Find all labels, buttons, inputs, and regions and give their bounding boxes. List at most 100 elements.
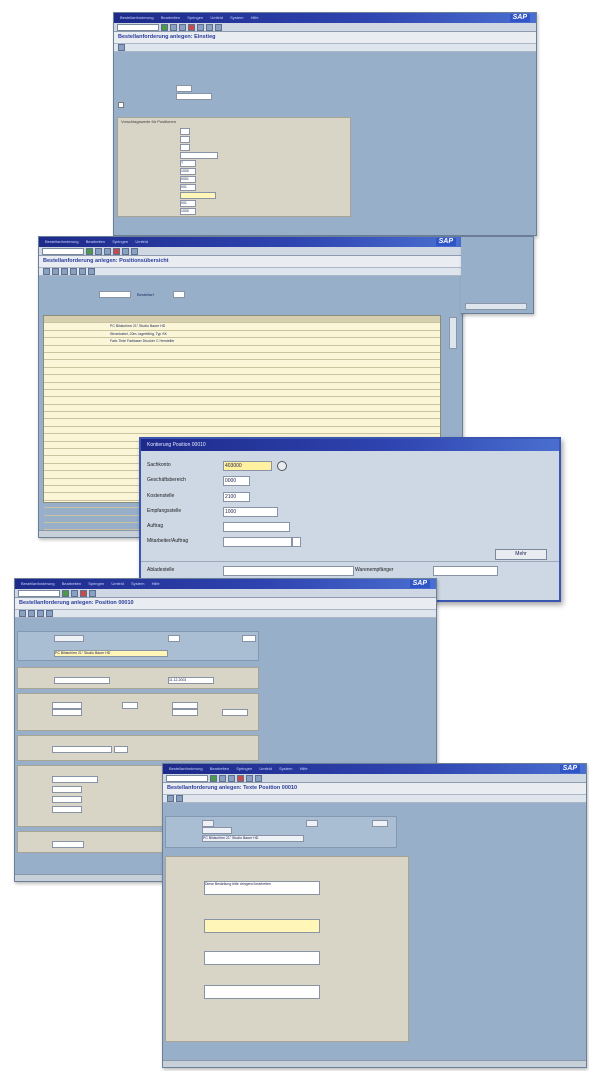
- enter-icon[interactable]: [210, 774, 217, 782]
- texts-icon[interactable]: [46, 610, 53, 617]
- material-field[interactable]: [202, 827, 232, 834]
- enter-icon[interactable]: [62, 589, 69, 597]
- save-icon[interactable]: [95, 247, 102, 255]
- field-d[interactable]: [172, 702, 198, 709]
- mitarbeiter-field[interactable]: [223, 537, 292, 547]
- table-row[interactable]: Farb-Tinte Farblaser Drucker C Herstelle…: [44, 338, 440, 346]
- detail-icon[interactable]: [43, 268, 50, 275]
- save-icon[interactable]: [71, 589, 78, 597]
- lieferdatum-field[interactable]: T: [180, 160, 196, 167]
- waehrung-field[interactable]: [114, 746, 128, 753]
- find-icon[interactable]: [131, 247, 138, 255]
- field-b[interactable]: [52, 709, 82, 716]
- menu-item[interactable]: Umfeld: [111, 581, 124, 586]
- einkaufergruppe-field[interactable]: 001: [180, 200, 196, 207]
- command-field[interactable]: [166, 774, 208, 782]
- item-text-field[interactable]: Diese Bestellung bitte dringend bearbeit…: [204, 881, 320, 895]
- delivery-text-field[interactable]: [204, 919, 320, 933]
- menu-item[interactable]: Bestellanforderung: [120, 15, 154, 20]
- sachkonto-field[interactable]: 403000: [223, 461, 272, 471]
- material-field[interactable]: [54, 635, 84, 642]
- auftrag-field[interactable]: [223, 522, 290, 532]
- werk-field[interactable]: [168, 635, 180, 642]
- vertical-scrollbar[interactable]: [449, 317, 457, 349]
- menu-item[interactable]: Springen: [236, 766, 252, 771]
- field-e[interactable]: [172, 709, 198, 716]
- print-icon[interactable]: [89, 589, 96, 597]
- menu-item[interactable]: Bestellanforderung: [169, 766, 203, 771]
- search-help-icon[interactable]: [277, 461, 287, 471]
- table-row[interactable]: [44, 353, 440, 361]
- einkaufsorg-field[interactable]: 1000: [180, 208, 196, 215]
- bedarfsnummer-field[interactable]: [180, 192, 216, 199]
- kurztext-field[interactable]: PC Bildschirm 21" Studio Bauer HD: [202, 835, 304, 842]
- table-row[interactable]: [44, 412, 440, 420]
- command-field[interactable]: [117, 23, 159, 31]
- menu-item[interactable]: Bearbeiten: [62, 581, 81, 586]
- menu-item[interactable]: Bearbeiten: [161, 15, 180, 20]
- bestellart-select[interactable]: [173, 291, 185, 298]
- menu-item[interactable]: System: [279, 766, 292, 771]
- menu-item[interactable]: Umfeld: [210, 15, 223, 20]
- prev-item-icon[interactable]: [167, 795, 174, 802]
- werk-field[interactable]: 1000: [180, 168, 196, 175]
- table-row[interactable]: [44, 405, 440, 413]
- print-icon[interactable]: [246, 774, 253, 782]
- menu-item[interactable]: Bestellanforderung: [21, 581, 55, 586]
- field-a[interactable]: [52, 702, 82, 709]
- account-assignment-icon[interactable]: [79, 268, 86, 275]
- table-row[interactable]: [44, 397, 440, 405]
- warenempfaenger-field[interactable]: [433, 566, 498, 576]
- table-row[interactable]: [44, 346, 440, 353]
- table-row[interactable]: [44, 368, 440, 376]
- menu-item[interactable]: Umfeld: [135, 239, 148, 244]
- kostenstelle-field[interactable]: 2100: [223, 492, 250, 502]
- menu-item[interactable]: Bestellanforderung: [45, 239, 79, 244]
- lagerort-field[interactable]: 0001: [180, 176, 196, 183]
- belegart-field[interactable]: [176, 85, 192, 92]
- back-icon[interactable]: [228, 774, 235, 782]
- warengruppe-field[interactable]: 001: [180, 184, 196, 191]
- menu-item[interactable]: Hilfe: [251, 15, 259, 20]
- next-item-icon[interactable]: [28, 610, 35, 617]
- werk-field[interactable]: [306, 820, 318, 827]
- save-icon[interactable]: [170, 23, 177, 31]
- positionsnummer-field[interactable]: [180, 128, 190, 135]
- preis-field[interactable]: [52, 746, 112, 753]
- checkbox-default-values[interactable]: [118, 102, 124, 108]
- menu-item[interactable]: Springen: [112, 239, 128, 244]
- table-row[interactable]: [44, 375, 440, 383]
- document-overview-icon[interactable]: [118, 44, 125, 51]
- cancel-icon[interactable]: [113, 247, 120, 255]
- source-field-4[interactable]: [52, 806, 82, 813]
- kurztext-field[interactable]: PC Bildschirm 21" Studio Bauer HD: [54, 650, 168, 657]
- mitarbeiter-field-2[interactable]: [292, 537, 301, 547]
- more-button[interactable]: Mehr: [495, 549, 547, 560]
- bestellart-field[interactable]: [99, 291, 131, 298]
- menge-field[interactable]: [54, 677, 110, 684]
- source-field-2[interactable]: [52, 786, 82, 793]
- position-field[interactable]: [202, 820, 214, 827]
- menu-item[interactable]: Hilfe: [152, 581, 160, 586]
- material-text-field[interactable]: [204, 951, 320, 965]
- lagerort-field[interactable]: [372, 820, 388, 827]
- contact-field[interactable]: [52, 841, 84, 848]
- empfangsstelle-field[interactable]: 1000: [223, 507, 278, 517]
- source-field-3[interactable]: [52, 796, 82, 803]
- back-icon[interactable]: [179, 23, 186, 31]
- lagerort-field[interactable]: [242, 635, 256, 642]
- enter-icon[interactable]: [86, 247, 93, 255]
- kontierungstyp-field[interactable]: [180, 136, 190, 143]
- menu-item[interactable]: Bearbeiten: [210, 766, 229, 771]
- find-icon[interactable]: [206, 23, 213, 31]
- command-field[interactable]: [42, 247, 84, 255]
- print-icon[interactable]: [122, 247, 129, 255]
- lieferdatum-field[interactable]: 11.12.2003: [168, 677, 214, 684]
- menu-item[interactable]: Bearbeiten: [86, 239, 105, 244]
- prev-item-icon[interactable]: [19, 610, 26, 617]
- bestellanforderung-field[interactable]: [176, 93, 212, 100]
- table-row[interactable]: [44, 427, 440, 435]
- table-row[interactable]: PC Bildschirm 21" Studio Bauer HD: [44, 323, 440, 331]
- menu-item[interactable]: Hilfe: [300, 766, 308, 771]
- menu-item[interactable]: Springen: [88, 581, 104, 586]
